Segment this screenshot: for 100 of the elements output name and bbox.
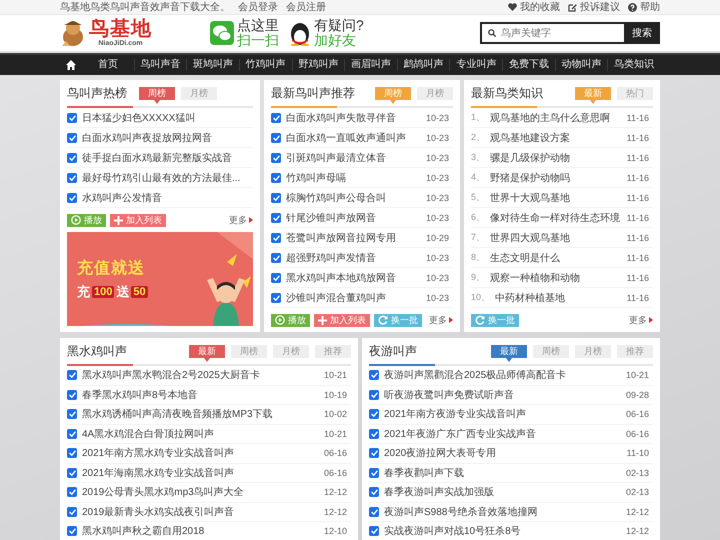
list-item-link[interactable]: 观鸟基地的主鸟什么意思啊 bbox=[490, 110, 622, 124]
nav-item[interactable]: 专业叫声 bbox=[449, 59, 502, 71]
list-item-link[interactable]: 听夜游夜鹭叫声免费试听声音 bbox=[384, 388, 621, 402]
item-date: 06-16 bbox=[626, 428, 650, 439]
checkbox[interactable] bbox=[271, 152, 281, 162]
checkbox[interactable] bbox=[67, 192, 77, 202]
list-item-link[interactable]: 春季夜游叫声实战加强版 bbox=[384, 485, 621, 500]
checkbox[interactable] bbox=[67, 468, 77, 478]
list-item-link[interactable]: 夜游叫声S988号绝杀音效落地撞网 bbox=[384, 504, 621, 519]
list-item-link[interactable]: 苍鹭叫声放网音拉网专用 bbox=[286, 230, 421, 244]
nav-item[interactable]: 画眉叫声 bbox=[344, 59, 397, 71]
list-item-link[interactable]: 超强野鸡叫声发情音 bbox=[286, 250, 421, 264]
nav-item[interactable]: 免费下载 bbox=[502, 59, 555, 71]
list-item-link[interactable]: 2021年南方黑水鸡专业实战音叫声 bbox=[82, 446, 319, 460]
checkbox[interactable] bbox=[67, 390, 77, 400]
checkbox[interactable] bbox=[67, 132, 77, 142]
list-item-link[interactable]: 夜游叫声黑鹳混合2025极品师傅高配音卡 bbox=[384, 368, 621, 382]
list-item-link[interactable]: 观察一种植物和动物 bbox=[490, 270, 622, 284]
list-item-link[interactable]: 4A黑水鸡混合白骨顶拉网叫声 bbox=[82, 426, 319, 441]
list-item-link[interactable]: 中药材种植基地 bbox=[495, 290, 622, 304]
nav-item[interactable]: 野鸡叫声 bbox=[292, 59, 344, 71]
list-item-link[interactable]: 野猪是保护动物吗 bbox=[490, 170, 622, 184]
member-link[interactable]: 会员注册 bbox=[286, 0, 326, 14]
list-item-link[interactable]: 黑水鸡叫声黑水鸭混合2号2025大厨音卡 bbox=[82, 368, 319, 382]
more-link[interactable]: 更多 bbox=[429, 314, 447, 326]
checkbox[interactable] bbox=[271, 192, 281, 202]
list-item-link[interactable]: 2020夜游拉网大表哥专用 bbox=[384, 446, 622, 460]
nav-item[interactable]: 鸟叫声音 bbox=[134, 59, 186, 71]
checkbox[interactable] bbox=[369, 468, 379, 478]
list-item-link[interactable]: 2019最新青头水鸡实战夜引叫声音 bbox=[82, 504, 319, 519]
checkbox[interactable] bbox=[369, 428, 379, 439]
list-item-link[interactable]: 黑水鸡诱桶叫声高清夜晚音频播放MP3下载 bbox=[82, 407, 319, 422]
nav-item[interactable]: 竹鸡叫声 bbox=[238, 59, 292, 71]
checkbox[interactable] bbox=[271, 292, 281, 302]
list-item-link[interactable]: 水鸡叫声公发情音 bbox=[82, 190, 253, 204]
list-item-link[interactable]: 春季夜鹳叫声下载 bbox=[384, 466, 621, 480]
checkbox[interactable] bbox=[271, 212, 281, 222]
list-item-link[interactable]: 竹鸡叫声母嗝 bbox=[286, 170, 421, 184]
list-item-link[interactable]: 黑水鸡叫声秋之霸自用2018 bbox=[82, 524, 319, 538]
nav-item[interactable]: 首页 bbox=[82, 59, 134, 71]
list-item-link[interactable]: 2019公母青头黑水鸡mp3鸟叫声大全 bbox=[82, 485, 319, 500]
checkbox[interactable] bbox=[67, 409, 77, 420]
list-item-link[interactable]: 日本猛少妇色XXXXX猛叫 bbox=[82, 110, 253, 124]
checkbox[interactable] bbox=[67, 506, 77, 517]
top-link[interactable]: 我的收藏 bbox=[508, 0, 560, 14]
top-link[interactable]: 帮助 bbox=[628, 0, 660, 14]
nav-item[interactable]: 鹧鸪叫声 bbox=[396, 59, 450, 71]
checkbox[interactable] bbox=[67, 448, 77, 458]
list-item-link[interactable]: 白面水鸡叫声夜捉放网拉网音 bbox=[82, 130, 253, 144]
list-item-link[interactable]: 世界十大观鸟基地 bbox=[490, 190, 622, 204]
list-item-link[interactable]: 棕胸竹鸡叫声公母合叫 bbox=[286, 190, 421, 204]
list-item-link[interactable]: 春季黑水鸡叫声8号本地音 bbox=[82, 388, 319, 402]
list-item-link[interactable]: 观鸟基地建设方案 bbox=[490, 130, 622, 144]
plus-icon bbox=[114, 216, 123, 224]
checkbox[interactable] bbox=[369, 487, 379, 498]
checkbox[interactable] bbox=[67, 487, 77, 498]
list-item-link[interactable]: 世界四大观鸟基地 bbox=[490, 230, 622, 244]
list-item-link[interactable]: 骡是几级保护动物 bbox=[490, 150, 622, 164]
checkbox[interactable] bbox=[369, 390, 379, 400]
checkbox[interactable] bbox=[271, 172, 281, 182]
checkbox[interactable] bbox=[369, 409, 379, 420]
checkbox[interactable] bbox=[369, 506, 379, 517]
checkbox[interactable] bbox=[271, 132, 281, 142]
more-link[interactable]: 更多 bbox=[629, 314, 647, 326]
list-item-link[interactable]: 2021年夜游广东广西专业实战声音 bbox=[384, 426, 621, 441]
top-link[interactable]: 投诉建议 bbox=[568, 0, 620, 14]
checkbox[interactable] bbox=[369, 448, 379, 458]
list-item-link[interactable]: 像对待生命一样对待生态环境 bbox=[490, 210, 622, 224]
nav-item[interactable]: 鸟类知识 bbox=[607, 59, 660, 71]
checkbox[interactable] bbox=[369, 526, 379, 536]
list-item-link[interactable]: 白面水鸡一直呱效声通叫声 bbox=[286, 130, 421, 144]
more-link[interactable]: 更多 bbox=[229, 214, 247, 226]
search-button[interactable]: 搜索 bbox=[624, 22, 660, 44]
list-item-link[interactable]: 实战夜游叫声对战10号狂杀8号 bbox=[384, 524, 621, 538]
checkbox[interactable] bbox=[67, 428, 77, 439]
list-item-link[interactable]: 生态文明是什么 bbox=[490, 250, 622, 264]
list-item-link[interactable]: 沙锥叫声混合董鸡叫声 bbox=[286, 290, 421, 304]
nav-item[interactable]: 动物叫声 bbox=[554, 59, 608, 71]
checkbox[interactable] bbox=[271, 232, 281, 242]
list-item-link[interactable]: 黑水鸡叫声本地鸡放网音 bbox=[286, 270, 421, 284]
list-item-link[interactable]: 2021年海南黑水鸡专业实战音叫声 bbox=[82, 466, 319, 480]
checkbox[interactable] bbox=[369, 370, 379, 380]
banner-headline: 充值就送 bbox=[77, 258, 146, 278]
checkbox[interactable] bbox=[271, 112, 281, 122]
list-item-link[interactable]: 2021年南方夜游专业实战音叫声 bbox=[384, 407, 621, 422]
checkbox[interactable] bbox=[67, 526, 77, 536]
checkbox[interactable] bbox=[271, 272, 281, 282]
list-item-link[interactable]: 针尾沙锥叫声放网音 bbox=[286, 210, 421, 224]
list-item-link[interactable]: 徒手捉白面水鸡最新完整版实战音 bbox=[82, 150, 253, 164]
member-link[interactable]: 会员登录 bbox=[238, 0, 278, 14]
checkbox[interactable] bbox=[271, 252, 281, 262]
list-item-link[interactable]: 白面水鸡叫声失散寻伴音 bbox=[286, 110, 421, 124]
list-item-link[interactable]: 最好母竹鸡引山最有效的方法最佳... bbox=[82, 170, 253, 184]
checkbox[interactable] bbox=[67, 370, 77, 380]
checkbox[interactable] bbox=[67, 152, 77, 162]
checkbox[interactable] bbox=[67, 112, 77, 122]
checkbox[interactable] bbox=[67, 172, 77, 182]
item-date: 10-23 bbox=[426, 292, 450, 302]
nav-item[interactable]: 斑鸠叫声 bbox=[186, 59, 239, 71]
list-item-link[interactable]: 引斑鸡叫声最清立体音 bbox=[286, 150, 421, 164]
